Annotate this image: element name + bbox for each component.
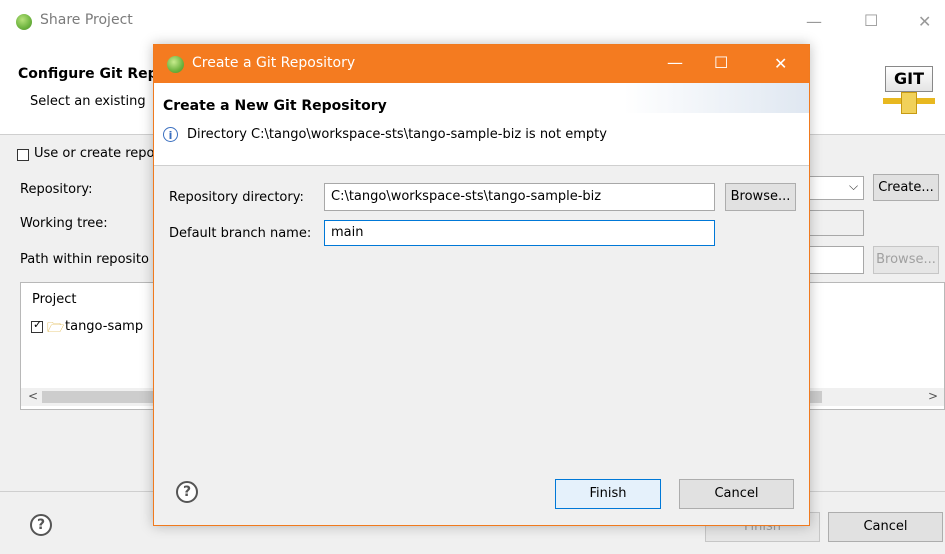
background-cancel-button[interactable]: Cancel [828,512,943,542]
dialog-message: Directory C:\tango\workspace-sts\tango-s… [187,127,607,142]
path-within-repo-field[interactable] [808,246,864,274]
folder-icon: 🗁 [47,320,65,336]
project-checkbox[interactable]: ✓ [31,318,43,333]
dialog-header-title: Create a New Git Repository [163,98,387,114]
background-browse-button[interactable]: Browse... [873,246,939,274]
chevron-down-icon[interactable]: ⌵ [849,179,858,194]
use-repo-label: Use or create repo [34,146,155,161]
dialog-cancel-button[interactable]: Cancel [679,479,794,509]
repository-directory-input[interactable]: C:\tango\workspace-sts\tango-sample-biz [324,183,715,211]
info-icon: i [163,127,178,142]
minimize-icon[interactable]: — [806,12,822,31]
use-repo-checkbox[interactable] [17,149,29,161]
dialog-minimize-icon[interactable]: — [667,53,683,72]
dialog-finish-button[interactable]: Finish [555,479,661,509]
page-title: Configure Git Rep [18,66,158,82]
close-icon[interactable]: ✕ [918,12,931,31]
create-git-repository-dialog: Create a Git Repository — ☐ ✕ Create a N… [153,44,810,526]
dialog-close-icon[interactable]: ✕ [774,54,787,73]
git-logo-text: GIT [885,66,933,92]
repository-directory-label: Repository directory: [169,190,304,205]
repository-label: Repository: [20,182,93,197]
page-subtitle: Select an existing [30,94,146,109]
spring-leaf-icon [167,56,184,73]
dialog-maximize-icon[interactable]: ☐ [714,53,728,72]
dialog-title: Create a Git Repository [192,55,356,71]
dialog-browse-button[interactable]: Browse... [725,183,796,211]
repository-combo[interactable]: ⌵ [808,176,864,200]
maximize-icon[interactable]: ☐ [864,11,878,30]
git-logo-icon: GIT [883,66,935,116]
spring-leaf-icon [16,14,32,30]
working-tree-field [808,210,864,236]
create-button[interactable]: Create... [873,174,939,201]
path-within-repo-label: Path within reposito [20,252,149,267]
help-icon[interactable]: ? [30,514,52,536]
default-branch-input[interactable]: main [324,220,715,246]
scroll-right-icon[interactable]: > [928,389,938,403]
default-branch-label: Default branch name: [169,226,312,241]
working-tree-label: Working tree: [20,216,108,231]
dialog-header: Create a New Git Repository i Directory … [154,83,809,166]
background-window-title: Share Project [40,12,133,28]
project-item[interactable]: tango-samp [65,319,143,334]
scroll-left-icon[interactable]: < [28,389,38,403]
dialog-help-icon[interactable]: ? [176,481,198,503]
background-title-bar: Share Project — ☐ ✕ [0,0,945,44]
header-gradient [624,83,809,113]
dialog-title-bar: Create a Git Repository — ☐ ✕ [154,45,809,83]
project-column-header: Project [32,292,77,307]
